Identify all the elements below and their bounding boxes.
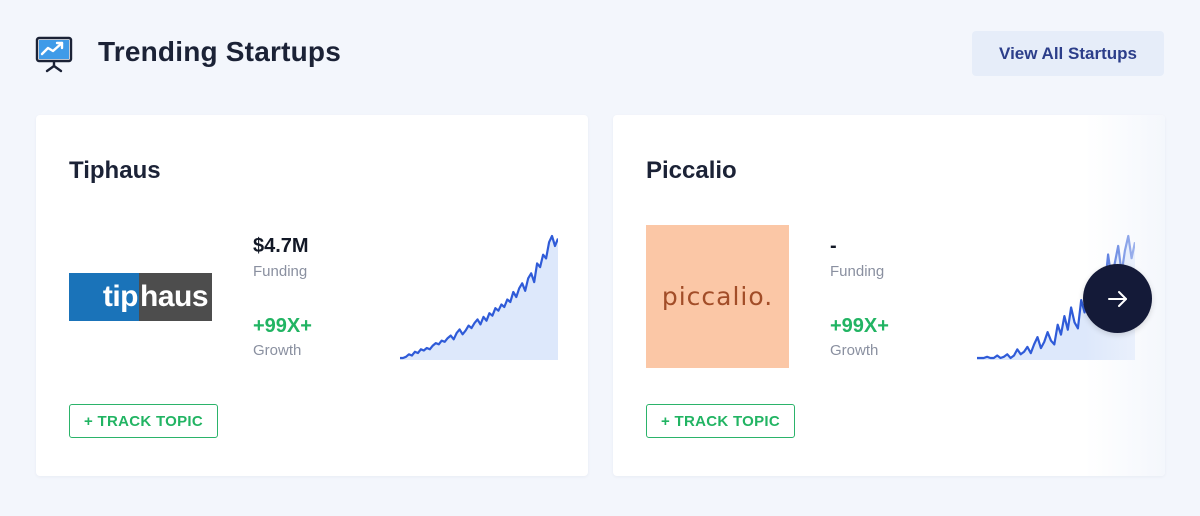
startup-name: Piccalio (646, 157, 737, 184)
growth-value: +99X+ (253, 315, 312, 337)
section-header: Trending Startups View All Startups (0, 0, 1200, 100)
page-title: Trending Startups (98, 36, 341, 67)
arrow-right-icon (1107, 290, 1127, 307)
carousel-next-button[interactable] (1083, 264, 1152, 333)
startup-logo: piccalio. (646, 225, 789, 368)
startup-logo: tip haus (69, 225, 212, 368)
growth-value: +99X+ (830, 315, 889, 337)
funding-label: Funding (253, 263, 308, 280)
sparkline-area (400, 236, 558, 360)
logo-text-left: tip (69, 272, 139, 321)
growth-sparkline (400, 234, 558, 360)
view-all-startups-button[interactable]: View All Startups (972, 31, 1164, 76)
presentation-chart-icon (35, 36, 73, 73)
funding-value: - (830, 235, 837, 257)
startup-card-tiphaus[interactable]: Tiphaus tip haus $4.7M Funding +99X+ Gro… (36, 115, 588, 476)
growth-label: Growth (253, 342, 302, 359)
track-topic-button[interactable]: + TRACK TOPIC (69, 404, 218, 438)
startup-name: Tiphaus (69, 157, 161, 184)
track-topic-button[interactable]: + TRACK TOPIC (646, 404, 795, 438)
logo-text-right: haus (139, 272, 212, 321)
funding-value: $4.7M (253, 235, 309, 257)
logo-text: piccalio. (661, 282, 774, 311)
growth-label: Growth (830, 342, 879, 359)
funding-label: Funding (830, 263, 885, 280)
